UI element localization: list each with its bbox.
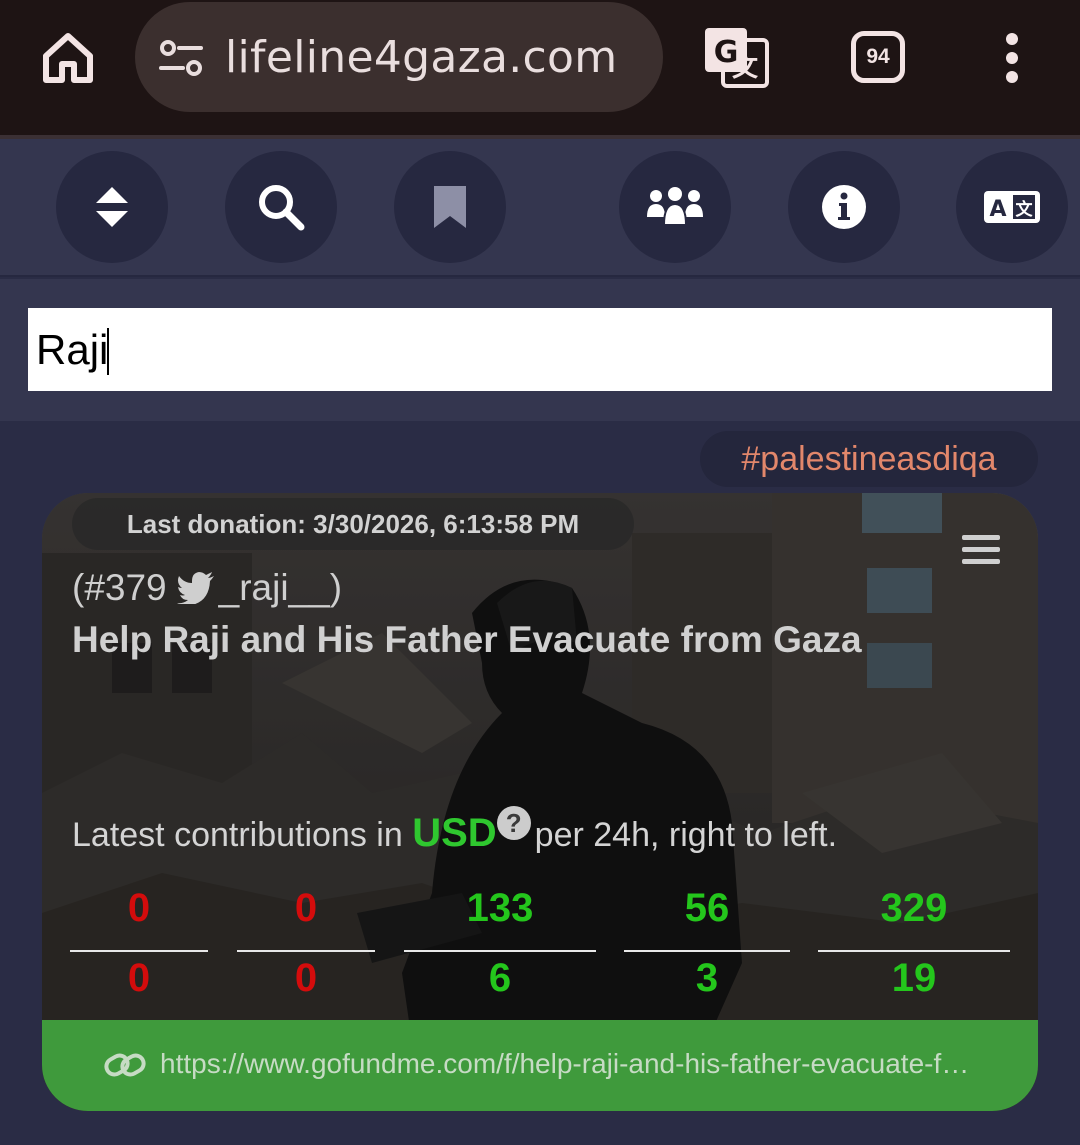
site-toolbar: A 文	[0, 139, 1080, 277]
contributions-caption: Latest contributions in USD? per 24h, rig…	[72, 806, 837, 856]
search-input[interactable]	[28, 308, 1052, 391]
help-icon[interactable]: ?	[496, 806, 531, 840]
contrib-suffix: per 24h, right to left.	[534, 816, 838, 854]
site-settings-icon[interactable]	[159, 40, 203, 76]
language-icon: A 文	[984, 191, 1040, 223]
campaign-card[interactable]: Last donation: 3/30/2026, 6:13:58 PM (#3…	[42, 493, 1038, 1111]
amount-cell: 329	[880, 886, 948, 930]
contrib-prefix: Latest contributions in	[72, 816, 403, 854]
link-icon	[104, 1053, 146, 1077]
search-icon	[259, 185, 305, 231]
amount-cell: 56	[684, 886, 730, 930]
svg-text:G: G	[714, 35, 739, 70]
twitter-handle: _raji__)	[218, 567, 343, 608]
search-button[interactable]	[225, 151, 337, 263]
campaign-handle[interactable]: (#379 _raji__)	[72, 567, 342, 609]
svg-text:A: A	[989, 197, 1006, 222]
count-cell: 6	[488, 956, 512, 1000]
info-icon	[822, 185, 866, 229]
campaign-title[interactable]: Help Raji and His Father Evacuate from G…	[72, 619, 862, 661]
campaign-number: (#379	[72, 567, 167, 608]
people-group-icon	[647, 187, 703, 226]
amount-cell: 133	[466, 886, 534, 930]
address-bar[interactable]: lifeline4gaza.com	[135, 2, 663, 112]
translate-icon[interactable]: 文 G	[703, 26, 771, 90]
stat-divider	[404, 950, 596, 952]
svg-text:文: 文	[1016, 199, 1034, 220]
donation-link-bar[interactable]: https://www.gofundme.com/f/help-raji-and…	[42, 1020, 1038, 1111]
currency-label[interactable]: USD	[412, 811, 496, 855]
more-options-icon[interactable]	[995, 30, 1029, 86]
amount-cell: 0	[127, 886, 151, 930]
stat-divider	[624, 950, 790, 952]
bookmark-button[interactable]	[394, 151, 506, 263]
hashtag-badge[interactable]: #palestineasdiqa	[700, 431, 1038, 487]
text-caret	[107, 328, 109, 375]
bookmark-icon	[434, 186, 466, 228]
count-cell: 3	[695, 956, 719, 1000]
stat-divider	[818, 950, 1010, 952]
browser-toolbar: lifeline4gaza.com 文 G 94	[0, 0, 1080, 135]
twitter-icon	[176, 572, 214, 604]
sort-icon	[96, 187, 128, 227]
sort-button[interactable]	[56, 151, 168, 263]
last-donation-badge: Last donation: 3/30/2026, 6:13:58 PM	[72, 498, 634, 550]
info-button[interactable]	[788, 151, 900, 263]
count-cell: 0	[127, 956, 151, 1000]
count-cell: 0	[294, 956, 318, 1000]
home-icon[interactable]	[38, 28, 98, 88]
tab-switcher-button[interactable]: 94	[851, 31, 905, 83]
url-text[interactable]: lifeline4gaza.com	[225, 32, 617, 83]
community-button[interactable]	[619, 151, 731, 263]
search-area	[0, 279, 1080, 421]
count-cell: 19	[891, 956, 937, 1000]
language-button[interactable]: A 文	[956, 151, 1068, 263]
amount-cell: 0	[294, 886, 318, 930]
stat-divider	[70, 950, 208, 952]
stat-divider	[237, 950, 375, 952]
menu-icon[interactable]	[962, 535, 1000, 565]
donation-link[interactable]: https://www.gofundme.com/f/help-raji-and…	[160, 1048, 976, 1080]
